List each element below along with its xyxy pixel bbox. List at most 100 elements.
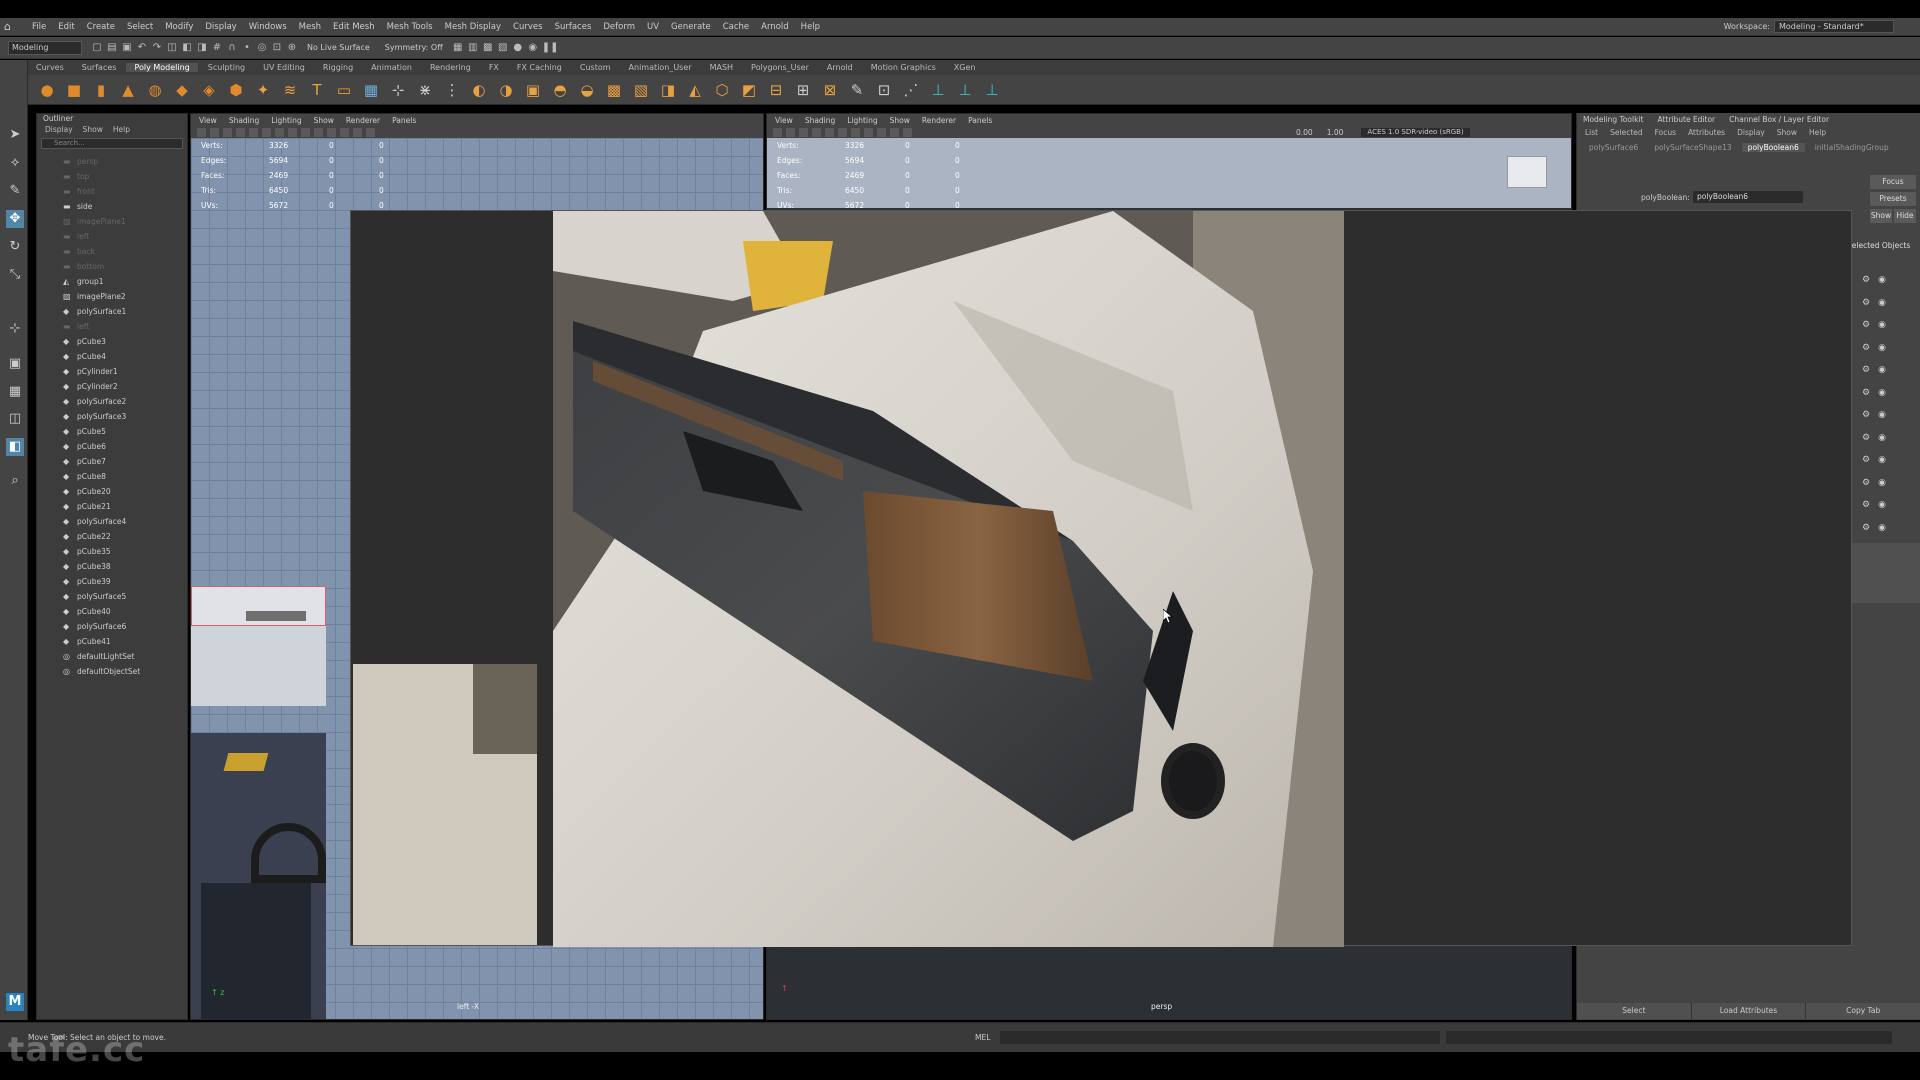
- new-scene-icon[interactable]: ▢: [91, 42, 103, 54]
- menu-arnold[interactable]: Arnold: [755, 22, 795, 32]
- scale-tool-icon[interactable]: ⤡: [6, 266, 24, 284]
- hypershade-icon[interactable]: ●: [512, 42, 524, 54]
- load-attributes-button[interactable]: Load Attributes: [1691, 1003, 1807, 1019]
- shelf-tab-motion-graphics[interactable]: Motion Graphics: [863, 63, 944, 72]
- frame-icon[interactable]: ⊡: [875, 81, 893, 99]
- select-button[interactable]: Select: [1577, 1003, 1692, 1019]
- ae-menu-focus[interactable]: Focus: [1655, 128, 1676, 137]
- image-plane-toggle-icon[interactable]: [223, 128, 232, 137]
- poly-disc-icon[interactable]: ◈: [200, 81, 218, 99]
- poly-plane-icon[interactable]: ◆: [173, 81, 191, 99]
- mel-command-input[interactable]: [1000, 1031, 1440, 1044]
- ae-menu-display[interactable]: Display: [1737, 128, 1765, 137]
- node-tab-initialshadinggroup[interactable]: initialShadingGroup: [1809, 143, 1895, 152]
- snap-live-icon[interactable]: ⊕: [286, 42, 298, 54]
- outliner-item[interactable]: ◆ pCylinder1: [37, 364, 187, 379]
- vr-menu-lighting[interactable]: Lighting: [847, 116, 877, 125]
- pen-icon[interactable]: ✎: [848, 81, 866, 99]
- view-cube[interactable]: [1507, 156, 1547, 188]
- xray-icon[interactable]: [366, 128, 375, 137]
- vr-menu-panels[interactable]: Panels: [968, 116, 992, 125]
- merge-icon[interactable]: ▩: [605, 81, 623, 99]
- bevel-icon[interactable]: ◑: [497, 81, 515, 99]
- shelf-tab-xgen[interactable]: XGen: [946, 63, 984, 72]
- outliner-menu-help[interactable]: Help: [113, 125, 130, 137]
- outliner-item[interactable]: ◆ pCube3: [37, 334, 187, 349]
- vr-menu-show[interactable]: Show: [890, 116, 910, 125]
- outliner-item[interactable]: ▨ imagePlane2: [37, 289, 187, 304]
- vr-smooth-shade-icon[interactable]: [851, 128, 860, 137]
- gear-icon[interactable]: ⚙: [1862, 298, 1870, 308]
- ae-menu-selected[interactable]: Selected: [1610, 128, 1643, 137]
- shelf-tab-poly-modeling[interactable]: Poly Modeling: [126, 63, 198, 72]
- menu-display[interactable]: Display: [199, 22, 242, 32]
- outliner-item[interactable]: ▬ left: [37, 229, 187, 244]
- eye-icon[interactable]: ◉: [1878, 455, 1886, 465]
- film-gate-icon[interactable]: [249, 128, 258, 137]
- menu-select[interactable]: Select: [121, 22, 159, 32]
- isolate-select-icon[interactable]: [353, 128, 362, 137]
- two-pane-side-icon[interactable]: ◧: [6, 438, 24, 456]
- menu-uv[interactable]: UV: [641, 22, 665, 32]
- offset-edge-icon[interactable]: ◩: [740, 81, 758, 99]
- select-component-icon[interactable]: ◨: [196, 42, 208, 54]
- menu-modify[interactable]: Modify: [159, 22, 199, 32]
- vr-film-gate-icon[interactable]: [825, 128, 834, 137]
- pause-icon[interactable]: ❚❚: [542, 42, 559, 54]
- soft-select-icon[interactable]: ⊹: [6, 320, 24, 338]
- outliner-item[interactable]: ◆ pCube40: [37, 604, 187, 619]
- outliner-item[interactable]: ◆ pCube38: [37, 559, 187, 574]
- eye-icon[interactable]: ◉: [1878, 410, 1886, 420]
- copy-tab-button[interactable]: Copy Tab: [1806, 1003, 1920, 1019]
- show-button[interactable]: Show: [1870, 209, 1892, 223]
- node-tab-polysurfaceshape13[interactable]: polySurfaceShape13: [1648, 143, 1737, 152]
- vr-camera-attr-icon[interactable]: [773, 128, 782, 137]
- outliner-item[interactable]: ◆ polySurface5: [37, 589, 187, 604]
- paint-select-icon[interactable]: ✎: [6, 182, 24, 200]
- outliner-item[interactable]: ◆ pCube21: [37, 499, 187, 514]
- gear-icon[interactable]: ⚙: [1862, 388, 1870, 398]
- shelf-tab-sculpting[interactable]: Sculpting: [200, 63, 253, 72]
- eye-icon[interactable]: ◉: [1878, 275, 1886, 285]
- bookmark-icon[interactable]: [210, 128, 219, 137]
- outliner-item[interactable]: ◭ group1: [37, 274, 187, 289]
- boolean-icon[interactable]: ◓: [551, 81, 569, 99]
- outliner-menu-display[interactable]: Display: [45, 125, 73, 137]
- poly-cone-icon[interactable]: ▲: [119, 81, 137, 99]
- outliner-item[interactable]: ◆ polySurface3: [37, 409, 187, 424]
- vr-bookmark-icon[interactable]: [786, 128, 795, 137]
- gear-icon[interactable]: ⚙: [1862, 320, 1870, 330]
- shelf-tab-fx-caching[interactable]: FX Caching: [509, 63, 570, 72]
- polyboolean-name-field[interactable]: polyBoolean6: [1693, 191, 1803, 203]
- vr-image-plane-icon[interactable]: [799, 128, 808, 137]
- eye-icon[interactable]: ◉: [1878, 523, 1886, 533]
- lights-icon[interactable]: [314, 128, 323, 137]
- four-pane-icon[interactable]: ▦: [6, 383, 24, 401]
- menu-generate[interactable]: Generate: [665, 22, 717, 32]
- gear-icon[interactable]: ⚙: [1862, 455, 1870, 465]
- camera-attr-icon[interactable]: [197, 128, 206, 137]
- separate-icon[interactable]: ⊹: [389, 81, 407, 99]
- presets-button[interactable]: Presets: [1870, 192, 1916, 206]
- reset-transform-icon[interactable]: ⊥: [983, 81, 1001, 99]
- outliner-item[interactable]: ◆ pCube39: [37, 574, 187, 589]
- workspace-dropdown[interactable]: Modeling - Standard*: [1774, 20, 1894, 33]
- target-weld-icon[interactable]: ◨: [659, 81, 677, 99]
- vr-menu-shading[interactable]: Shading: [805, 116, 835, 125]
- outliner-item[interactable]: ◆ polySurface2: [37, 394, 187, 409]
- menu-deform[interactable]: Deform: [597, 22, 641, 32]
- shelf-tab-rendering[interactable]: Rendering: [422, 63, 479, 72]
- reference-image-viewer[interactable]: [350, 210, 1852, 947]
- super-shape-icon[interactable]: ✦: [254, 81, 272, 99]
- outliner-item[interactable]: ◆ pCube20: [37, 484, 187, 499]
- menu-surfaces[interactable]: Surfaces: [549, 22, 598, 32]
- render-settings-icon[interactable]: ▧: [497, 42, 509, 54]
- vl-menu-shading[interactable]: Shading: [229, 116, 259, 125]
- vl-menu-lighting[interactable]: Lighting: [271, 116, 301, 125]
- shelf-tab-fx[interactable]: FX: [481, 63, 507, 72]
- redo-icon[interactable]: ↷: [151, 42, 163, 54]
- shelf-tab-uv-editing[interactable]: UV Editing: [255, 63, 313, 72]
- gear-icon[interactable]: ⚙: [1862, 433, 1870, 443]
- insert-edge-icon[interactable]: ⊟: [767, 81, 785, 99]
- outliner-item[interactable]: ◆ pCube5: [37, 424, 187, 439]
